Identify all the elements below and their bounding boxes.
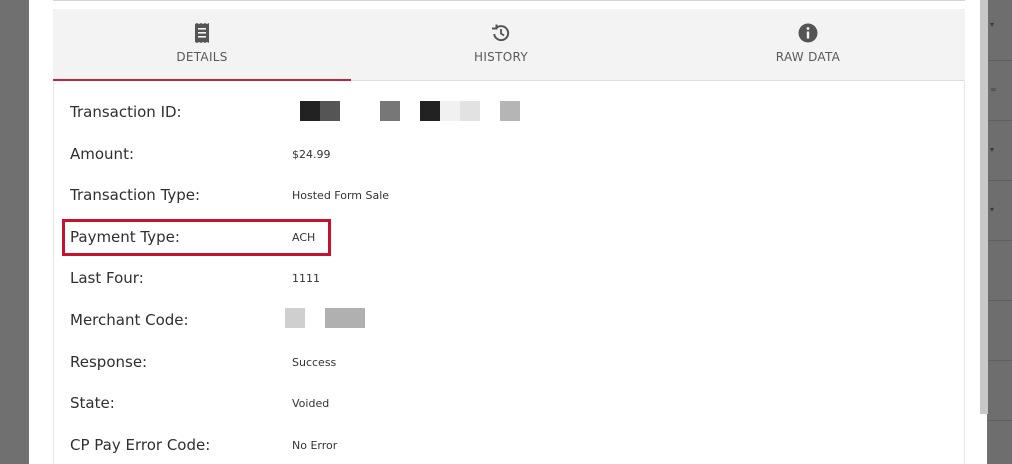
redacted-block bbox=[380, 101, 400, 121]
detail-label: Last Four: bbox=[70, 269, 144, 287]
detail-value: No Error bbox=[292, 439, 338, 452]
tab-raw-data-label: RAW DATA bbox=[775, 50, 841, 64]
redacted-block bbox=[460, 101, 480, 121]
detail-label: Amount: bbox=[70, 145, 134, 163]
detail-label: Transaction ID: bbox=[70, 103, 182, 121]
transaction-detail-modal: DETAILS HISTORY RAW DATA Transaction ID:… bbox=[29, 0, 987, 464]
background-caret-icon: ▾ bbox=[990, 20, 995, 29]
payment-type-highlight bbox=[62, 219, 331, 256]
tab-history-label: HISTORY bbox=[474, 50, 528, 64]
background-divider bbox=[988, 120, 1012, 121]
detail-tabs: DETAILS HISTORY RAW DATA bbox=[53, 9, 965, 81]
background-caret-icon: ▾ bbox=[990, 205, 995, 214]
redacted-block bbox=[300, 101, 320, 121]
redacted-block bbox=[420, 101, 440, 121]
detail-label: State: bbox=[70, 394, 115, 412]
info-icon bbox=[798, 23, 818, 43]
background-divider bbox=[988, 60, 1012, 61]
redacted-block bbox=[440, 101, 460, 121]
tab-details-label: DETAILS bbox=[176, 50, 228, 64]
header-divider bbox=[53, 0, 965, 1]
detail-row-amount: Amount: $24.99 bbox=[54, 143, 954, 167]
tab-details[interactable]: DETAILS bbox=[53, 9, 351, 81]
detail-row-merchant-code: Merchant Code: bbox=[54, 308, 954, 333]
background-divider bbox=[988, 240, 1012, 241]
tab-raw-data[interactable]: RAW DATA bbox=[651, 9, 965, 80]
detail-row-cp-pay-error-code: CP Pay Error Code: No Error bbox=[54, 434, 954, 458]
detail-row-transaction-type: Transaction Type: Hosted Form Sale bbox=[54, 184, 954, 208]
detail-value: Success bbox=[292, 356, 337, 369]
background-divider bbox=[988, 360, 1012, 361]
detail-row-state: State: Voided bbox=[54, 392, 954, 416]
detail-value: Voided bbox=[292, 397, 330, 410]
background-divider bbox=[988, 180, 1012, 181]
detail-value: Hosted Form Sale bbox=[292, 189, 390, 202]
details-panel: Transaction ID: Amount: $24.99 Transacti… bbox=[53, 82, 965, 464]
receipt-icon bbox=[192, 23, 212, 43]
redacted-block bbox=[320, 101, 340, 121]
redacted-block bbox=[285, 308, 305, 328]
detail-value: 1111 bbox=[292, 272, 320, 285]
background-mark-icon: ∞ bbox=[990, 85, 997, 94]
detail-row-transaction-id: Transaction ID: bbox=[54, 101, 954, 125]
detail-value: $24.99 bbox=[292, 148, 331, 161]
detail-label: Response: bbox=[70, 353, 148, 371]
detail-label: Transaction Type: bbox=[70, 186, 201, 204]
redacted-block bbox=[325, 308, 365, 328]
detail-label: Merchant Code: bbox=[70, 311, 189, 329]
detail-label: CP Pay Error Code: bbox=[70, 436, 211, 454]
history-icon bbox=[491, 23, 511, 43]
tab-history[interactable]: HISTORY bbox=[351, 9, 651, 80]
background-divider bbox=[988, 300, 1012, 301]
detail-row-last-four: Last Four: 1111 bbox=[54, 267, 954, 291]
detail-row-response: Response: Success bbox=[54, 351, 954, 375]
background-divider bbox=[988, 420, 1012, 421]
redacted-block bbox=[500, 101, 520, 121]
background-caret-icon: ▾ bbox=[990, 145, 995, 154]
scrollbar[interactable] bbox=[980, 0, 988, 414]
background-page: ▾ ∞ ▾ ▾ bbox=[988, 0, 1012, 464]
